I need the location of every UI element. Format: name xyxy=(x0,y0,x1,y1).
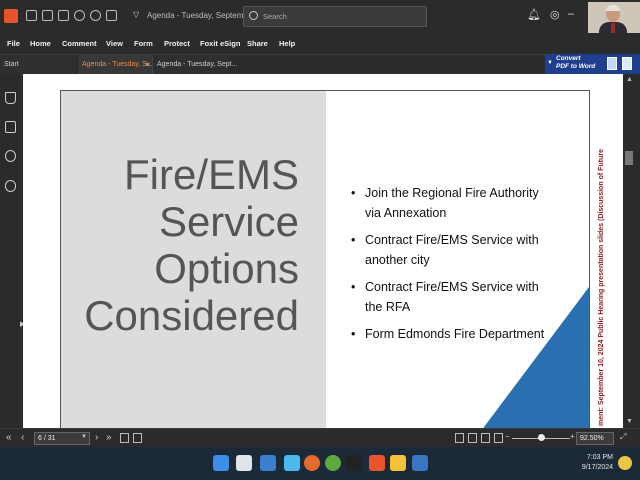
bookmark-icon[interactable] xyxy=(5,92,16,104)
pdf-doc-icon xyxy=(607,57,617,70)
search-input[interactable]: Search xyxy=(243,6,427,27)
page-number-input[interactable]: 6 / 31 ▼ xyxy=(34,432,90,445)
outlook-icon[interactable] xyxy=(260,455,276,471)
facing-view-icon[interactable] xyxy=(468,433,477,443)
convert-line-2: PDF to Word xyxy=(556,63,596,70)
document-view[interactable]: Fire/EMS Service Options Considered Join… xyxy=(23,74,623,430)
page-indicator: 6 / 31 xyxy=(38,435,56,442)
chrome-icon[interactable] xyxy=(325,455,341,471)
zoom-in-icon[interactable]: + xyxy=(570,432,575,441)
tab-start[interactable]: Start xyxy=(0,55,76,75)
page-dropdown-icon[interactable]: ▼ xyxy=(81,434,87,440)
foxit-taskbar-icon[interactable] xyxy=(369,455,385,471)
convert-pdf-to-word-banner[interactable]: ▼ Convert PDF to Word xyxy=(545,54,640,74)
continuous-view-icon[interactable] xyxy=(133,433,142,443)
bullet-item: Contract Fire/EMS Service with another c… xyxy=(351,230,551,270)
next-page-icon[interactable]: › xyxy=(95,432,98,443)
undo-icon[interactable] xyxy=(74,10,85,21)
search-icon xyxy=(249,11,258,20)
copy-page-icon[interactable] xyxy=(120,433,129,443)
bullet-item: Join the Regional Fire Authority via Ann… xyxy=(351,183,551,223)
tab-start-label: Start xyxy=(4,61,19,68)
slide-title-line: Fire/EMS xyxy=(123,151,299,198)
pdf-page: Fire/EMS Service Options Considered Join… xyxy=(60,90,590,430)
scroll-up-icon[interactable]: ▲ xyxy=(626,76,633,83)
search-placeholder: Search xyxy=(263,12,287,21)
teams-icon[interactable] xyxy=(284,455,300,471)
scroll-view-icon[interactable] xyxy=(481,433,490,443)
attachment-icon[interactable] xyxy=(5,180,16,192)
last-page-icon[interactable]: » xyxy=(106,432,112,443)
slide-title-line: Service xyxy=(158,198,299,245)
fullscreen-icon[interactable]: ⤢ xyxy=(620,432,626,442)
clock-date: 9/17/2024 xyxy=(581,464,613,471)
vertical-scrollbar[interactable]: ▲ ▼ xyxy=(623,74,640,428)
menu-view[interactable]: View xyxy=(106,39,123,48)
decorative-blue-triangle xyxy=(482,287,589,429)
menu-protect[interactable]: Protect xyxy=(164,39,190,48)
slide-title: Fire/EMS Service Options Considered xyxy=(61,151,299,339)
pages-icon[interactable] xyxy=(5,121,16,133)
fit-view-icon[interactable] xyxy=(494,433,503,443)
open-folder-icon[interactable] xyxy=(26,10,37,21)
file-explorer-icon[interactable] xyxy=(390,455,406,471)
dropdown-arrow-icon: ▼ xyxy=(547,60,553,66)
status-bar: « ‹ 6 / 31 ▼ › » − + 92.50% ⤢ xyxy=(0,428,640,447)
zoom-out-icon[interactable]: − xyxy=(505,432,510,441)
account-icon[interactable]: ◎ xyxy=(550,8,560,21)
system-clock[interactable]: 7:03 PM 9/17/2024 xyxy=(573,453,613,473)
menu-comment[interactable]: Comment xyxy=(62,39,97,48)
notification-center-icon[interactable] xyxy=(618,456,632,470)
zoom-value: 92.50% xyxy=(580,435,604,442)
menu-form[interactable]: Form xyxy=(134,39,153,48)
zoom-app-icon[interactable] xyxy=(412,455,428,471)
tab-agenda-active[interactable]: Agenda - Tuesday, S... × xyxy=(78,55,153,75)
customize-toolbar-icon[interactable]: ▽ xyxy=(133,10,139,19)
foxit-logo-icon[interactable] xyxy=(4,9,18,23)
zoom-slider-knob[interactable] xyxy=(538,434,545,441)
notification-bell-icon[interactable]: 🔔︎ xyxy=(527,8,541,21)
windows-taskbar: 7:03 PM 9/17/2024 xyxy=(0,447,640,480)
slide-title-line: Options xyxy=(154,245,299,292)
title-bar: ▽ Agenda - Tuesday, September 17... Sear… xyxy=(0,0,640,40)
tab-bar: Start Agenda - Tuesday, S... × Agenda - … xyxy=(0,54,640,75)
side-annotation-text: ment: September 10, 2024 Public Hearing … xyxy=(598,149,605,426)
tab-agenda-label: Agenda - Tuesday, S... xyxy=(82,61,153,68)
menu-foxit-esign[interactable]: Foxit eSign xyxy=(200,39,240,48)
side-annotation-label: ment: September 10, 2024 Public Hearing … xyxy=(598,149,605,426)
tab-agenda-second-label: Agenda - Tuesday, Sept... xyxy=(157,61,238,68)
word-doc-icon xyxy=(622,57,632,70)
convert-banner-text: Convert PDF to Word xyxy=(556,55,595,71)
print-icon[interactable] xyxy=(58,10,69,21)
zoom-level-input[interactable]: 92.50% xyxy=(576,432,614,445)
slide-title-panel: Fire/EMS Service Options Considered xyxy=(61,91,326,429)
menu-file[interactable]: File xyxy=(7,39,20,48)
clock-time: 7:03 PM xyxy=(586,454,613,461)
tab-agenda-second[interactable]: Agenda - Tuesday, Sept... xyxy=(152,55,237,75)
windows-start-icon[interactable] xyxy=(213,455,229,471)
comments-icon[interactable] xyxy=(5,150,16,162)
slide-title-line: Considered xyxy=(84,292,299,339)
convert-line-1: Convert xyxy=(556,55,581,62)
hand-tool-icon[interactable] xyxy=(106,10,117,21)
menu-home[interactable]: Home xyxy=(30,39,51,48)
task-view-icon[interactable] xyxy=(236,455,252,471)
menu-share[interactable]: Share xyxy=(247,39,268,48)
menu-bar: File Home Comment View Form Protect Foxi… xyxy=(0,33,640,54)
scroll-thumb[interactable] xyxy=(625,151,633,165)
first-page-icon[interactable]: « xyxy=(6,432,12,443)
minimize-button[interactable]: – xyxy=(568,8,574,20)
tab-close-icon[interactable]: × xyxy=(145,60,150,69)
redo-icon[interactable] xyxy=(90,10,101,21)
previous-page-icon[interactable]: ‹ xyxy=(21,432,24,443)
left-navigation-panel: ▶ xyxy=(0,74,25,428)
app-icon[interactable] xyxy=(346,455,362,471)
menu-help[interactable]: Help xyxy=(279,39,295,48)
scroll-down-icon[interactable]: ▼ xyxy=(626,418,633,425)
firefox-icon[interactable] xyxy=(304,455,320,471)
single-page-view-icon[interactable] xyxy=(455,433,464,443)
save-icon[interactable] xyxy=(42,10,53,21)
